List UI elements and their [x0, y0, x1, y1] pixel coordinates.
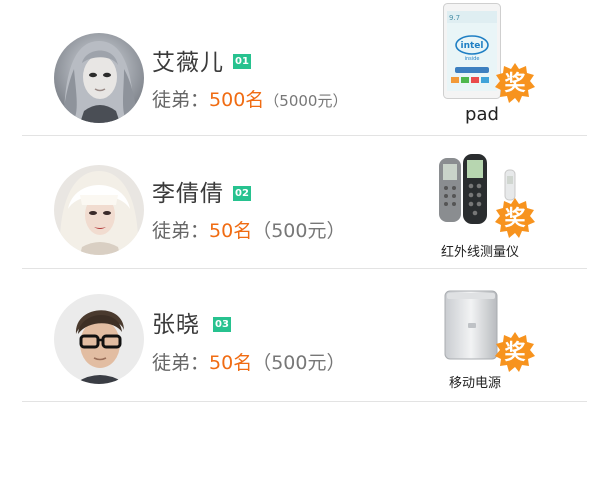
reward-amount: （500元） [252, 220, 346, 242]
prize-badge: 奖 [494, 62, 536, 104]
apprentice-stat: 徒弟：50名（500元） [152, 222, 345, 241]
apprentice-count: 500名 [209, 89, 265, 111]
winner-name: 张晓 [152, 312, 200, 338]
apprentice-count: 50名 [209, 220, 253, 242]
avatar [54, 165, 144, 255]
rank-badge: 02 [233, 186, 251, 201]
apprentice-stat: 徒弟：500名（5000元） [152, 91, 347, 110]
divider [22, 401, 587, 402]
winner-row: 艾薇儿 01 徒弟：500名（5000元） 9.7 intel inside 奖… [0, 3, 600, 136]
svg-text:intel: intel [461, 41, 484, 51]
svg-text:9.7: 9.7 [449, 14, 460, 22]
prize-badge: 奖 [494, 197, 536, 239]
prize-badge: 奖 [494, 331, 536, 373]
avatar [54, 33, 144, 123]
prize-name: 移动电源 [448, 376, 501, 391]
apprentice-label: 徒弟： [152, 89, 210, 111]
winner-row: 李倩倩 02 徒弟：50名（500元） 奖 红外线测量仪 [0, 136, 600, 269]
reward-amount: （5000元） [264, 92, 348, 110]
svg-text:inside: inside [465, 56, 480, 62]
winner-name: 艾薇儿 [152, 50, 224, 76]
avatar [54, 294, 144, 384]
rank-badge: 03 [213, 317, 231, 332]
apprentice-stat: 徒弟：50名（500元） [152, 354, 345, 373]
rank-badge: 01 [233, 54, 251, 69]
apprentice-label: 徒弟： [152, 352, 210, 374]
reward-amount: （500元） [252, 352, 346, 374]
prize-name: 红外线测量仪 [440, 245, 519, 260]
tablet-icon: 9.7 intel inside [443, 3, 501, 99]
apprentice-label: 徒弟： [152, 220, 210, 242]
winner-row: 张晓 03 徒弟：50名（500元） 奖 移动电源 [0, 269, 600, 402]
winner-name: 李倩倩 [152, 181, 224, 207]
prize-name: pad [465, 104, 499, 125]
apprentice-count: 50名 [209, 352, 253, 374]
